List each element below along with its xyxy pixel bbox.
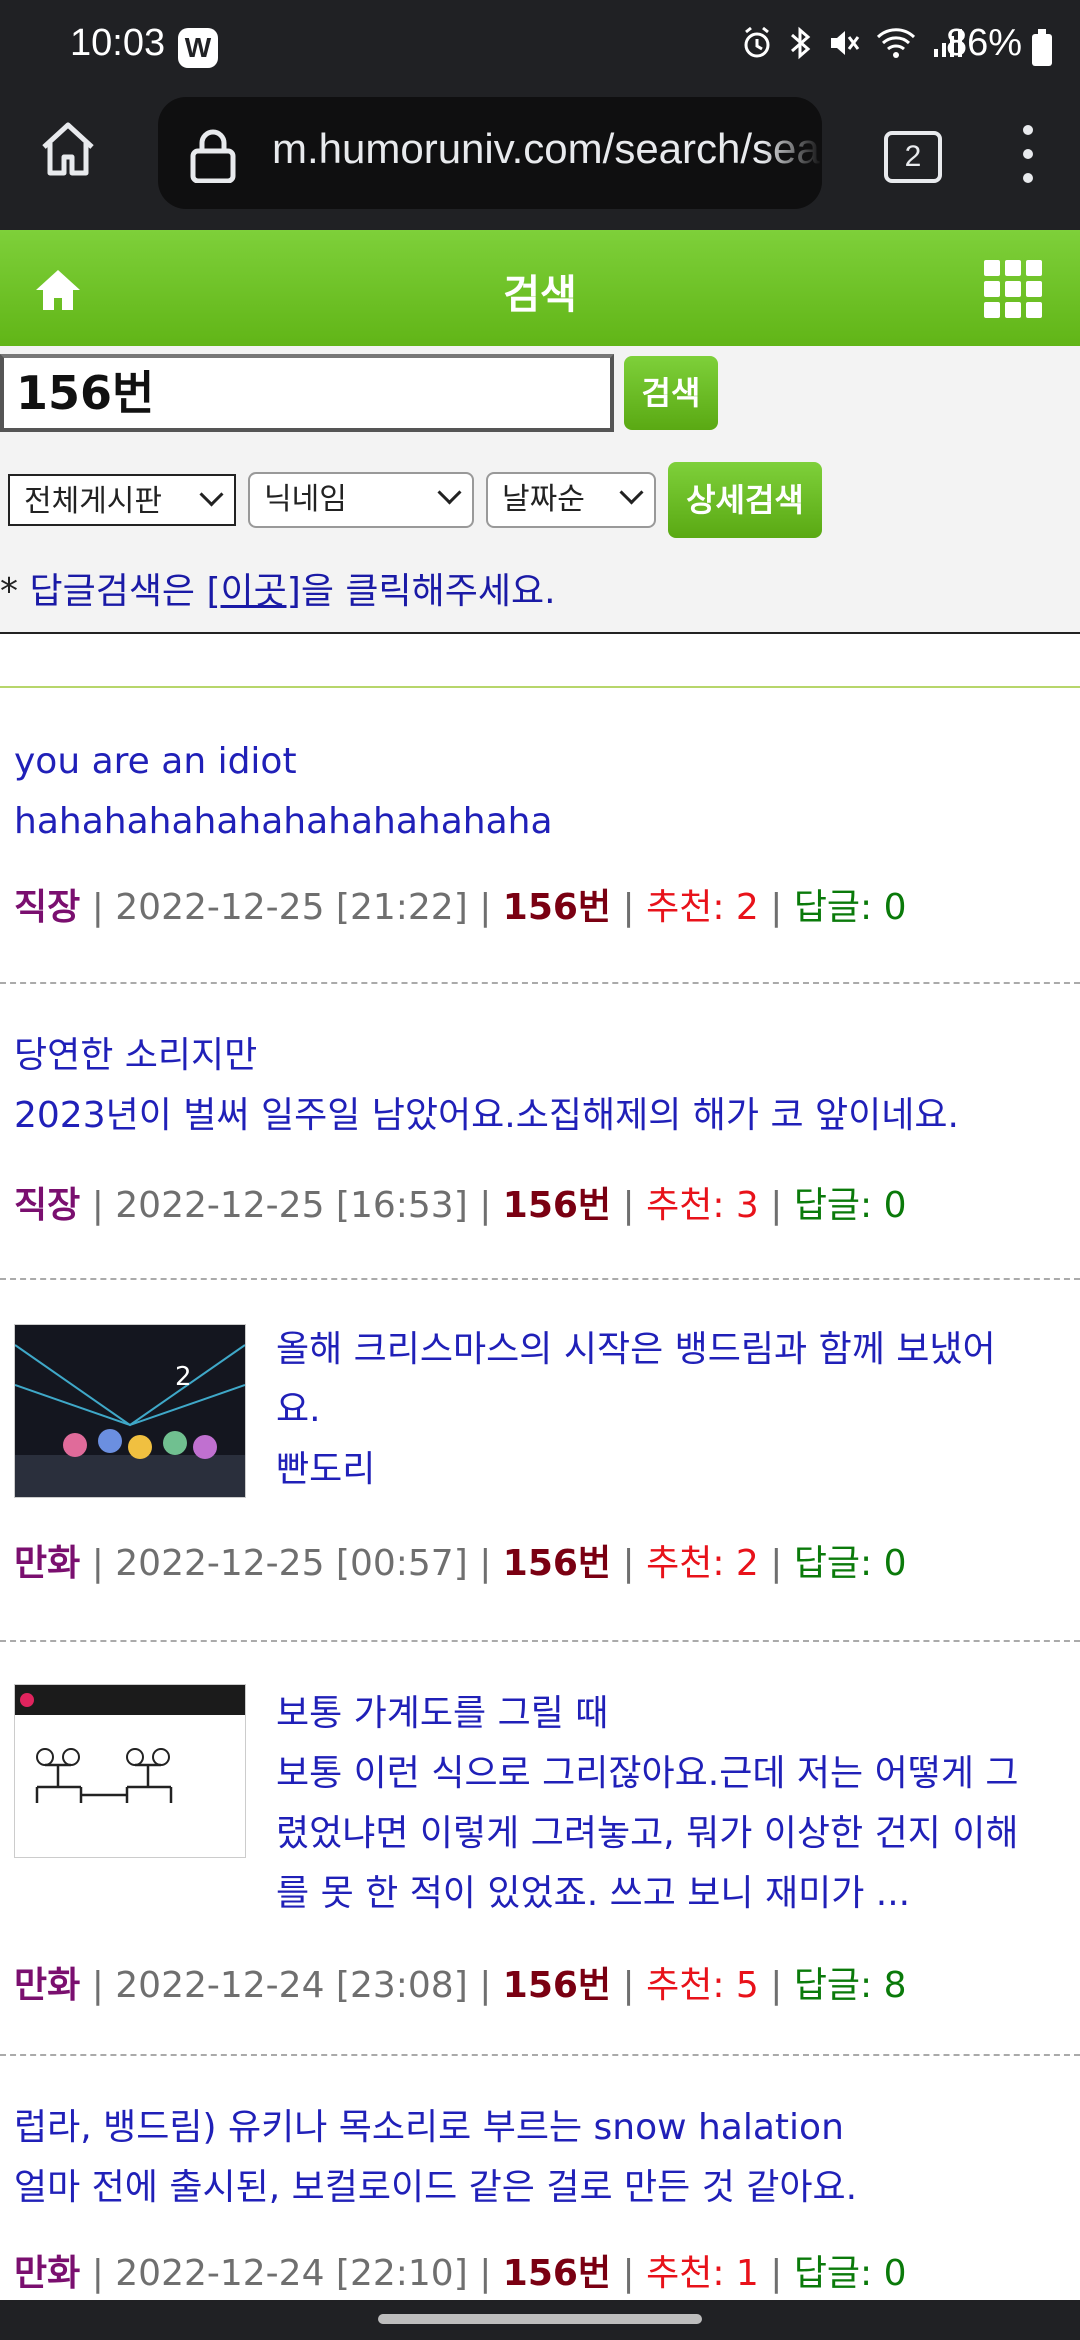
result-item[interactable]: 럽라, 뱅드림) 유키나 목소리로 부르는 snow halation 얼마 전… xyxy=(0,2056,1080,2300)
board-select-value: 전체게시판 xyxy=(24,484,162,519)
result-replies: 답글: 0 xyxy=(793,1543,907,1584)
result-replies: 답글: 0 xyxy=(793,887,907,928)
result-snippet: hahahahahahahahahahahaha xyxy=(14,801,553,842)
url-bar[interactable]: m.humoruniv.com/search/sea xyxy=(158,97,822,209)
battery-level: 86% xyxy=(945,22,1022,64)
app-badge-icon: W xyxy=(178,28,218,68)
result-date: 2022-12-24 [22:10] xyxy=(115,2253,468,2294)
result-author: 156번 xyxy=(502,1543,612,1584)
result-snippet: 얼마 전에 출시된, 보컬로이드 같은 걸로 만든 것 같아요. xyxy=(14,2167,858,2208)
result-snippet: 빤도리 xyxy=(276,1449,376,1490)
result-meta: 만화 | 2022-12-24 [22:10] | 156번 | 추천: 1 |… xyxy=(14,2253,907,2294)
result-date: 2022-12-25 [21:22] xyxy=(115,887,468,928)
result-replies: 답글: 8 xyxy=(793,1965,907,2006)
result-title[interactable]: 럽라, 뱅드림) 유키나 목소리로 부르는 snow halation xyxy=(14,2098,844,2158)
field-select-value: 닉네임 xyxy=(264,482,347,517)
result-author: 156번 xyxy=(502,2253,612,2294)
tab-switcher-button[interactable]: 2 xyxy=(884,131,942,183)
detail-search-button[interactable]: 상세검색 xyxy=(668,462,822,538)
menu-grid-icon[interactable] xyxy=(984,260,1042,318)
lock-icon xyxy=(188,127,238,184)
result-recommend: 추천: 1 xyxy=(646,2253,759,2294)
result-category: 직장 xyxy=(14,887,81,928)
chevron-down-icon xyxy=(619,480,644,505)
result-snippet: 2023년이 벌써 일주일 남았어요.소집해제의 해가 코 앞이네요. xyxy=(14,1095,959,1136)
alarm-icon xyxy=(742,25,772,65)
status-bar: 10:03 W 86% xyxy=(0,0,1080,95)
result-author: 156번 xyxy=(502,887,612,928)
result-snippet: 렸었냐면 이렇게 그려놓고, 뭐가 이상한 건지 이해 xyxy=(276,1813,1019,1854)
result-item[interactable]: 보통 가계도를 그릴 때 보통 이런 식으로 그리잖아요.근데 저는 어떻게 그… xyxy=(0,1642,1080,2056)
more-menu-icon[interactable] xyxy=(1020,125,1036,185)
wifi-icon xyxy=(876,25,916,65)
site-header: 검색 xyxy=(0,230,1080,346)
result-recommend: 추천: 3 xyxy=(646,1185,759,1226)
result-category: 만화 xyxy=(14,2253,81,2294)
result-thumbnail[interactable] xyxy=(14,1684,246,1858)
sort-select-value: 날짜순 xyxy=(502,482,585,517)
result-category: 만화 xyxy=(14,1543,81,1584)
gesture-handle[interactable] xyxy=(378,2314,702,2324)
result-meta: 만화 | 2022-12-24 [23:08] | 156번 | 추천: 5 |… xyxy=(14,1965,907,2006)
status-time: 10:03 xyxy=(70,22,166,64)
result-item[interactable]: 당연한 소리지만 2023년이 벌써 일주일 남았어요.소집해제의 해가 코 앞… xyxy=(0,984,1080,1280)
chevron-down-icon xyxy=(437,480,462,505)
result-recommend: 추천: 5 xyxy=(646,1965,759,2006)
search-button[interactable]: 검색 xyxy=(624,356,718,430)
result-date: 2022-12-25 [00:57] xyxy=(115,1543,468,1584)
page-title: 검색 xyxy=(503,272,577,318)
result-meta: 직장 | 2022-12-25 [21:22] | 156번 | 추천: 2 |… xyxy=(14,887,907,928)
chevron-down-icon xyxy=(199,482,224,507)
result-date: 2022-12-25 [16:53] xyxy=(115,1185,468,1226)
result-replies: 답글: 0 xyxy=(793,1185,907,1226)
browser-home-icon[interactable] xyxy=(36,117,100,181)
svg-text:2: 2 xyxy=(175,1362,192,1392)
system-nav-bar xyxy=(0,2300,1080,2340)
result-title[interactable]: 당연한 소리지만 xyxy=(14,1026,257,1086)
result-item[interactable]: 2 올해 크리스마스의 시작은 뱅드림과 함께 보냈어 요. 빤도리 만화 | … xyxy=(0,1280,1080,1642)
result-title[interactable]: 보통 가계도를 그릴 때 xyxy=(276,1684,608,1744)
status-icons xyxy=(742,25,962,65)
browser-toolbar: m.humoruniv.com/search/sea 2 xyxy=(0,95,1080,230)
result-snippet: 를 못 한 적이 있었죠. 쓰고 보니 재미가 ... xyxy=(276,1873,911,1914)
mute-icon xyxy=(828,25,860,65)
sort-select[interactable]: 날짜순 xyxy=(486,472,656,528)
search-input[interactable]: 156번 xyxy=(0,354,614,432)
url-text[interactable]: m.humoruniv.com/search/sea xyxy=(272,125,820,173)
result-meta: 직장 | 2022-12-25 [16:53] | 156번 | 추천: 3 |… xyxy=(14,1185,907,1226)
search-form: 156번 검색 전체게시판 닉네임 날짜순 상세검색 * 답글검색은 [이곳]을… xyxy=(0,346,1080,634)
result-category: 만화 xyxy=(14,1965,81,2006)
battery-icon xyxy=(1032,29,1052,66)
board-select[interactable]: 전체게시판 xyxy=(8,474,236,526)
result-title[interactable]: 올해 크리스마스의 시작은 뱅드림과 함께 보냈어 xyxy=(276,1320,996,1380)
result-date: 2022-12-24 [23:08] xyxy=(115,1965,468,2006)
result-recommend: 추천: 2 xyxy=(646,887,759,928)
result-author: 156번 xyxy=(502,1185,612,1226)
result-replies: 답글: 0 xyxy=(793,2253,907,2294)
result-author: 156번 xyxy=(502,1965,612,2006)
result-item[interactable]: you are an idiot hahahahahahahahahahahah… xyxy=(0,688,1080,984)
result-title-cont: 요. xyxy=(276,1389,321,1430)
reply-search-note: * 답글검색은 [이곳]을 클릭해주세요. xyxy=(0,571,556,612)
result-thumbnail[interactable]: 2 xyxy=(14,1324,246,1498)
result-category: 직장 xyxy=(14,1185,81,1226)
result-title[interactable]: you are an idiot xyxy=(14,732,297,792)
bluetooth-icon xyxy=(788,25,812,65)
result-snippet: 보통 이런 식으로 그리잖아요.근데 저는 어떻게 그 xyxy=(276,1753,1019,1794)
result-meta: 만화 | 2022-12-25 [00:57] | 156번 | 추천: 2 |… xyxy=(14,1543,907,1584)
result-recommend: 추천: 2 xyxy=(646,1543,759,1584)
field-select[interactable]: 닉네임 xyxy=(248,472,474,528)
reply-search-link[interactable]: [이곳] xyxy=(207,571,301,612)
